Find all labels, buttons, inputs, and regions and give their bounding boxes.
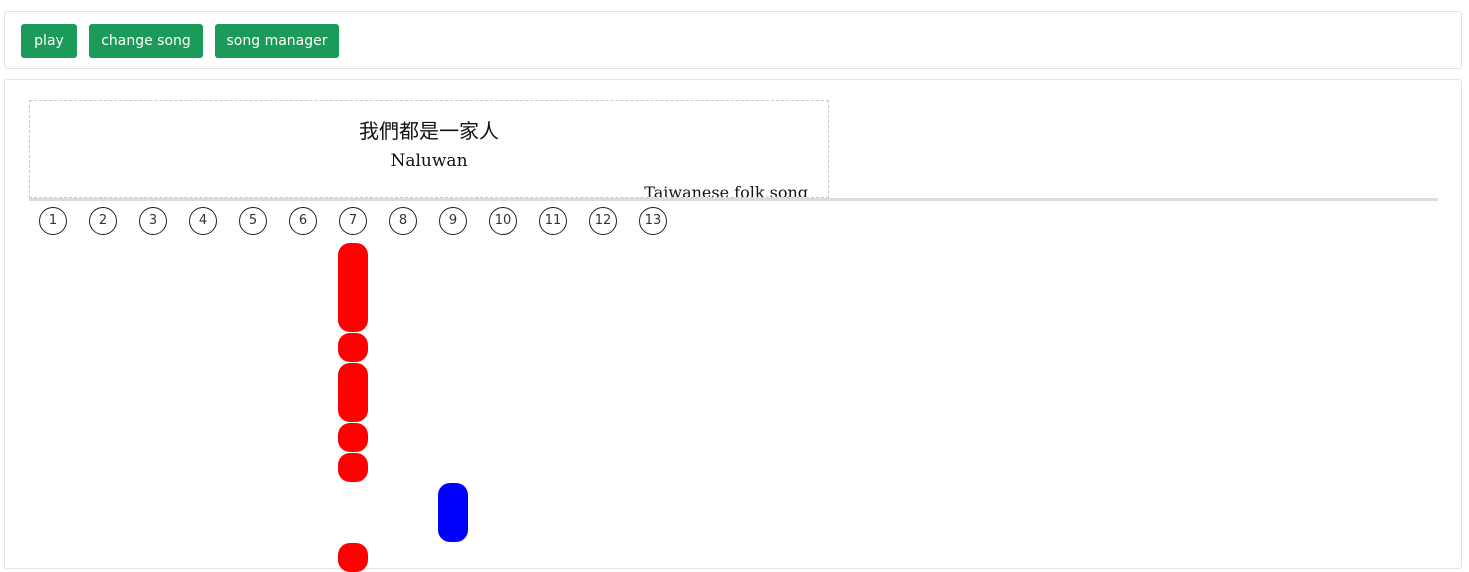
hole-number-5: 5 <box>239 207 267 235</box>
hole-number-1: 1 <box>39 207 67 235</box>
hole-number-10: 10 <box>489 207 517 235</box>
note-bar <box>338 363 368 422</box>
toolbar: play change song song manager <box>4 11 1462 69</box>
song-subtitle: Naluwan <box>390 151 468 171</box>
hole-number-13: 13 <box>639 207 667 235</box>
hole-number-4: 4 <box>189 207 217 235</box>
note-bar <box>338 243 368 332</box>
note-bar <box>338 333 368 362</box>
note-bar <box>338 423 368 452</box>
change-song-button[interactable]: change song <box>89 24 203 58</box>
play-button[interactable]: play <box>21 24 77 58</box>
song-credit: Taiwanese folk song <box>644 183 808 198</box>
song-manager-button[interactable]: song manager <box>215 24 339 58</box>
divider <box>29 198 1438 201</box>
song-header: 我們都是一家人 Naluwan Taiwanese folk song <box>29 100 829 198</box>
hole-number-3: 3 <box>139 207 167 235</box>
hole-number-11: 11 <box>539 207 567 235</box>
hole-number-6: 6 <box>289 207 317 235</box>
song-title: 我們都是一家人 <box>359 119 499 143</box>
hole-number-7: 7 <box>339 207 367 235</box>
hole-number-2: 2 <box>89 207 117 235</box>
note-bar <box>338 453 368 482</box>
hole-number-9: 9 <box>439 207 467 235</box>
note-bar <box>338 543 368 572</box>
note-bar <box>438 483 468 542</box>
hole-number-12: 12 <box>589 207 617 235</box>
hole-number-8: 8 <box>389 207 417 235</box>
